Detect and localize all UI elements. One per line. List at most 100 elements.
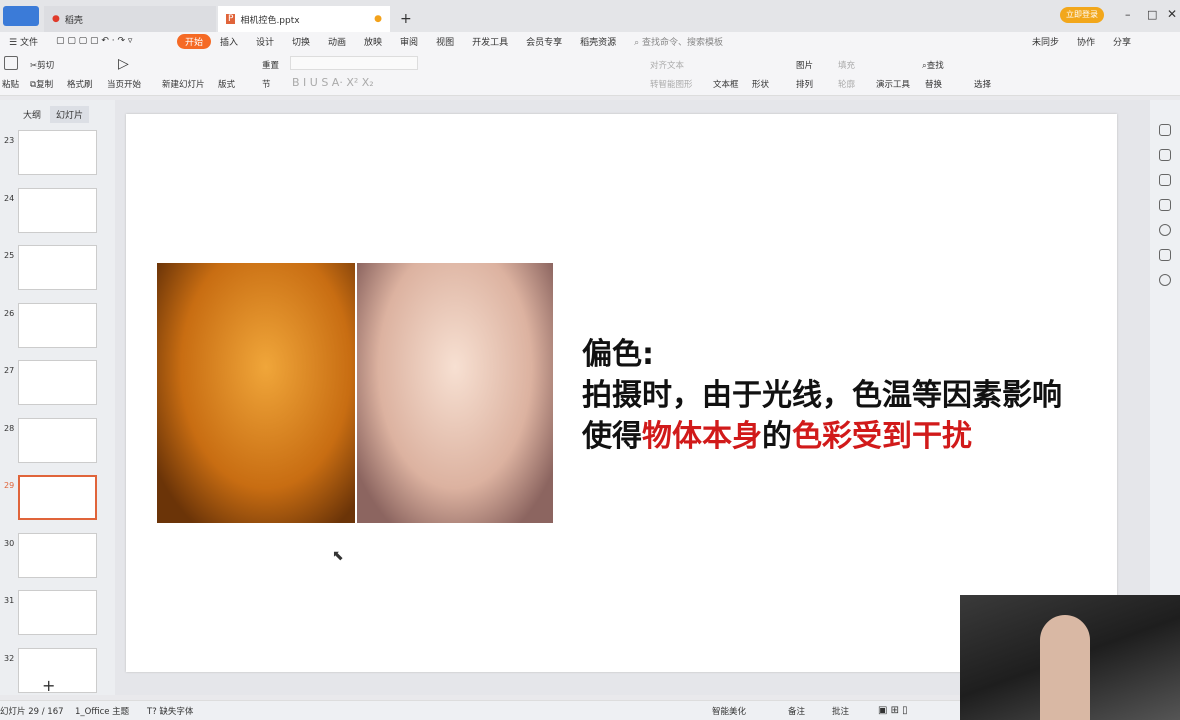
play-icon[interactable]: ▷ xyxy=(118,56,129,72)
slide-thumbnail[interactable] xyxy=(18,130,97,175)
beautify-button[interactable]: 智能美化 xyxy=(712,705,746,717)
slide-thumbnail[interactable] xyxy=(18,187,97,233)
cut-label: 剪切 xyxy=(37,61,55,71)
shape-button[interactable]: 形状 xyxy=(752,78,769,90)
reset-button[interactable]: 重置 xyxy=(262,59,279,71)
add-slide-button[interactable]: + xyxy=(42,676,55,695)
present-tools-button[interactable]: 演示工具 xyxy=(876,78,910,90)
photo-color-cast[interactable] xyxy=(157,263,355,523)
slide-thumbnail[interactable] xyxy=(18,360,97,405)
font-style-buttons[interactable]: B I U S A· X² X₂ xyxy=(292,76,374,89)
copy-label: 复制 xyxy=(36,80,54,90)
picture-button[interactable]: 图片 xyxy=(796,59,813,71)
new-tab-button[interactable]: + xyxy=(392,6,420,32)
command-search[interactable]: ⌕ 查找命令、搜索模板 xyxy=(625,35,732,48)
fill-button[interactable]: 填充 xyxy=(838,59,855,71)
missing-font-button[interactable]: T? 缺失字体 xyxy=(147,705,193,717)
help-icon[interactable] xyxy=(1159,224,1171,236)
slide-number: 27 xyxy=(4,366,15,375)
menu-slideshow[interactable]: 放映 xyxy=(355,35,391,48)
play-from-current-button[interactable]: 当页开始 xyxy=(107,78,141,90)
login-button[interactable]: 立即登录 xyxy=(1060,7,1104,23)
star-icon[interactable] xyxy=(1159,174,1171,186)
menu-view[interactable]: 视图 xyxy=(427,35,463,48)
text-segment: 使得 xyxy=(582,419,642,454)
menu-review[interactable]: 审阅 xyxy=(391,35,427,48)
highlight-segment: 物体本身 xyxy=(642,419,762,454)
menu-file[interactable]: ☰ 文件 xyxy=(0,35,47,48)
share-icon[interactable] xyxy=(1159,249,1171,261)
menu-docer-resources[interactable]: 稻壳资源 xyxy=(571,35,625,48)
outline-button[interactable]: 轮廓 xyxy=(838,78,855,90)
slide-thumbnail[interactable] xyxy=(18,245,97,290)
docer-icon: ● xyxy=(52,14,60,24)
paste-icon[interactable] xyxy=(4,56,18,73)
menu-animations[interactable]: 动画 xyxy=(319,35,355,48)
share-button[interactable]: 分享 xyxy=(1104,35,1140,48)
layout-button[interactable]: 版式 xyxy=(218,78,235,90)
slide-thumbnail[interactable] xyxy=(18,532,97,578)
slide-thumbnail[interactable] xyxy=(18,647,97,693)
pptx-icon: P xyxy=(226,14,236,24)
slide-number: 29 xyxy=(4,481,15,490)
slide-number: 30 xyxy=(4,538,15,548)
slide-thumbnail[interactable] xyxy=(18,417,97,463)
replace-button[interactable]: 替换 xyxy=(925,78,942,90)
menu-transitions[interactable]: 切换 xyxy=(283,35,319,48)
new-slide-button[interactable]: 新建幻灯片 xyxy=(162,78,205,90)
slide-line-2: 拍摄时，由于光线，色温等因素影响 xyxy=(582,378,1062,413)
theme-name[interactable]: 1_Office 主题 xyxy=(75,705,129,717)
menu-file-label: 文件 xyxy=(19,37,38,48)
settings-sliders-icon[interactable] xyxy=(1159,149,1171,161)
select-button[interactable]: 选择 xyxy=(974,78,991,90)
mouse-cursor-icon: ⬉ xyxy=(332,548,344,564)
presenter-video xyxy=(1040,615,1090,720)
tab-document[interactable]: P 相机控色.pptx ● xyxy=(218,6,390,32)
font-name-select[interactable] xyxy=(290,56,418,70)
comments-button[interactable]: 批注 xyxy=(832,705,849,717)
sync-status[interactable]: 未同步 xyxy=(1023,35,1068,48)
menu-bar: ☰ 文件 ▢ ▢ ▢ ▢ ↶ · ↷ ▿ 开始 插入 设计 切换 动画 放映 审… xyxy=(0,32,1180,50)
slide-heading: 偏色: xyxy=(582,337,654,372)
slide-line-3: 使得物体本身的色彩受到干扰 xyxy=(582,416,1062,457)
menu-home[interactable]: 开始 xyxy=(176,33,211,49)
align-text-button[interactable]: 对齐文本 xyxy=(650,59,684,71)
quick-access-toolbar[interactable]: ▢ ▢ ▢ ▢ ↶ · ↷ ▿ xyxy=(47,36,177,46)
slide-number: 24 xyxy=(4,193,15,203)
view-buttons[interactable]: ▣ ⊞ ▯ xyxy=(878,705,908,716)
copy-icon[interactable] xyxy=(1159,199,1171,211)
arrange-button[interactable]: 排列 xyxy=(796,78,813,90)
app-logo[interactable] xyxy=(3,6,39,26)
title-bar: ● 稻壳 P 相机控色.pptx ● + 立即登录 – □ ✕ xyxy=(0,0,1180,32)
unsaved-dot-icon: ● xyxy=(374,14,382,24)
collaborate-button[interactable]: 协作 xyxy=(1068,35,1104,48)
format-painter-button[interactable]: 格式刷 xyxy=(67,78,93,90)
section-button[interactable]: 节 xyxy=(262,78,271,90)
slide-number: 31 xyxy=(4,596,15,605)
slide-thumbnail[interactable] xyxy=(18,590,97,635)
minimize-button[interactable]: – xyxy=(1125,8,1131,21)
close-button[interactable]: ✕ xyxy=(1167,7,1177,21)
slide-thumbnail[interactable] xyxy=(18,475,97,520)
menu-design[interactable]: 设计 xyxy=(247,35,283,48)
slide-thumbnail[interactable] xyxy=(18,302,97,348)
menu-developer[interactable]: 开发工具 xyxy=(463,35,517,48)
tab-slides[interactable]: 幻灯片 xyxy=(50,106,90,123)
find-button[interactable]: ⌕查找 xyxy=(922,59,944,71)
menu-insert[interactable]: 插入 xyxy=(211,35,247,48)
photo-corrected[interactable] xyxy=(357,263,553,523)
maximize-button[interactable]: □ xyxy=(1147,8,1157,21)
tab-docer[interactable]: ● 稻壳 xyxy=(44,6,216,32)
slide-counter: 幻灯片 29 / 167 xyxy=(0,707,64,717)
smartart-button[interactable]: 转智能图形 xyxy=(650,78,693,90)
menu-member[interactable]: 会员专享 xyxy=(517,35,571,48)
cut-button[interactable]: ✂剪切 xyxy=(30,59,54,71)
notes-button[interactable]: 备注 xyxy=(788,705,805,717)
textbox-button[interactable]: 文本框 xyxy=(713,78,739,90)
location-icon[interactable] xyxy=(1159,274,1171,286)
tab-outline[interactable]: 大纲 xyxy=(23,108,41,121)
slide-text[interactable]: 偏色: 拍摄时，由于光线，色温等因素影响 使得物体本身的色彩受到干扰 xyxy=(582,334,1062,457)
paste-button[interactable]: 粘贴 xyxy=(2,78,19,90)
rocket-icon[interactable] xyxy=(1159,124,1171,136)
copy-button[interactable]: ⧉复制 xyxy=(30,78,53,90)
